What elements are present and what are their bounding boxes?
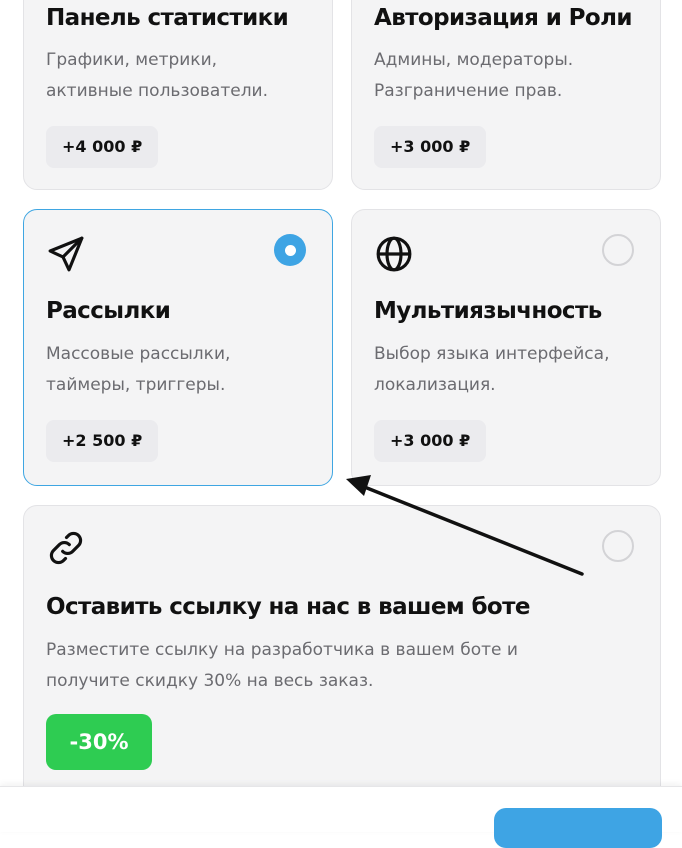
price-tag: +3 000 ₽ <box>374 126 487 168</box>
card-description: Массовые рассылки, таймеры, триггеры. <box>46 344 231 395</box>
price-tag: +2 500 ₽ <box>46 420 159 462</box>
price-tag: +4 000 ₽ <box>46 126 159 168</box>
radio-selected[interactable] <box>274 234 306 266</box>
price-tag: +3 000 ₽ <box>374 420 487 462</box>
radio-unselected[interactable] <box>602 234 634 266</box>
card-title: Оставить ссылку на нас в вашем боте <box>46 594 530 620</box>
option-card-auth[interactable]: Авторизация и Роли Админы, модераторы. Р… <box>351 0 661 190</box>
card-description: Выбор языка интерфейса, локализация. <box>374 344 610 395</box>
discount-badge: -30% <box>46 714 152 770</box>
card-title: Авторизация и Роли <box>374 5 632 31</box>
link-icon <box>49 531 83 565</box>
card-description: Админы, модераторы. Разграничение прав. <box>374 50 574 101</box>
card-title: Рассылки <box>46 298 171 324</box>
send-icon <box>48 236 84 272</box>
option-card-multilang[interactable]: Мультиязычность Выбор языка интерфейса, … <box>351 209 661 486</box>
card-title: Панель статистики <box>46 5 289 31</box>
option-card-stats[interactable]: Панель статистики Графики, метрики, акти… <box>23 0 333 190</box>
card-description: Графики, метрики, активные пользователи. <box>46 50 269 101</box>
card-description: Разместите ссылку на разработчика в ваше… <box>46 640 518 691</box>
radio-unselected[interactable] <box>602 530 634 562</box>
card-title: Мультиязычность <box>374 298 602 324</box>
globe-icon <box>376 236 412 272</box>
option-card-link[interactable]: Оставить ссылку на нас в вашем боте Разм… <box>23 505 661 805</box>
continue-button[interactable] <box>494 808 662 848</box>
option-card-mailing[interactable]: Рассылки Массовые рассылки, таймеры, три… <box>23 209 333 486</box>
